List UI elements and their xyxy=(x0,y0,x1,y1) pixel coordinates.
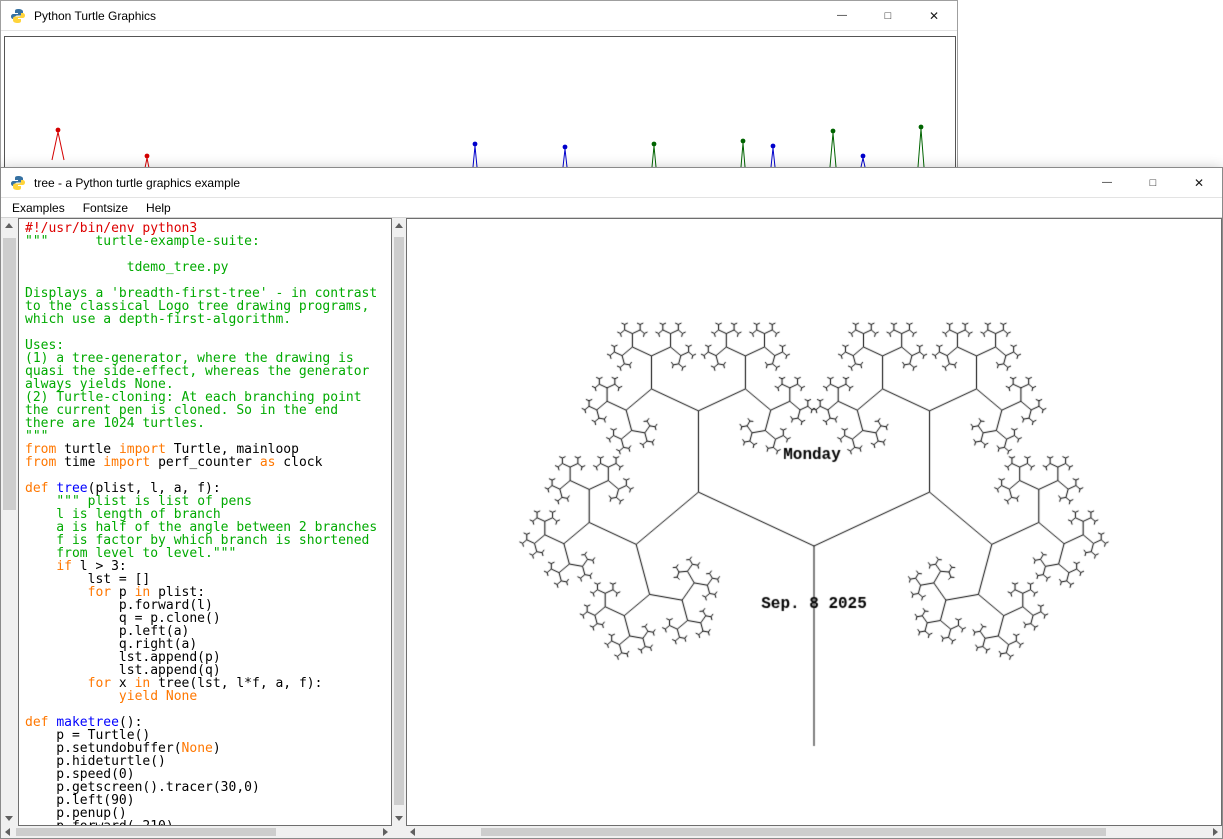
canvas-horizontal-scrollbar[interactable] xyxy=(406,826,1222,838)
code-vertical-scrollbar[interactable] xyxy=(1,218,18,826)
menubar: Examples Fontsize Help xyxy=(1,198,1222,218)
code-horizontal-scrollbar[interactable] xyxy=(1,826,392,838)
front-minimize-button[interactable]: — xyxy=(1084,168,1130,197)
scroll-right-icon[interactable] xyxy=(383,828,388,836)
code-text: #!/usr/bin/env python3""" turtle-example… xyxy=(25,222,391,826)
turtle-figure xyxy=(771,144,776,167)
turtle-canvas[interactable] xyxy=(407,219,1221,825)
code-pane[interactable]: #!/usr/bin/env python3""" turtle-example… xyxy=(18,218,392,826)
turtle-figure xyxy=(652,142,657,167)
back-close-button[interactable]: ✕ xyxy=(911,1,957,30)
window-content: #!/usr/bin/env python3""" turtle-example… xyxy=(1,218,1222,838)
turtle-figure xyxy=(563,145,568,167)
turtle-figure xyxy=(830,129,836,167)
turtle-figure xyxy=(918,125,924,167)
turtle-figure xyxy=(52,128,64,160)
menu-fontsize[interactable]: Fontsize xyxy=(74,199,137,217)
scroll-up-icon[interactable] xyxy=(5,223,13,228)
menu-examples[interactable]: Examples xyxy=(3,199,74,217)
scroll-down-icon[interactable] xyxy=(5,816,13,821)
front-close-button[interactable]: ✕ xyxy=(1176,168,1222,197)
scroll-down-icon[interactable] xyxy=(395,816,403,821)
back-maximize-button[interactable]: □ xyxy=(865,1,911,30)
scroll-right-icon[interactable] xyxy=(1213,828,1218,836)
front-maximize-button[interactable]: □ xyxy=(1130,168,1176,197)
turtledemo-window: tree - a Python turtle graphics example … xyxy=(0,167,1223,839)
python-icon xyxy=(10,175,26,191)
mini-figures xyxy=(5,37,955,167)
menu-help[interactable]: Help xyxy=(137,199,180,217)
scroll-left-icon[interactable] xyxy=(410,828,415,836)
code-vscroll-thumb[interactable] xyxy=(3,238,16,510)
turtle-figure xyxy=(741,139,746,167)
front-titlebar[interactable]: tree - a Python turtle graphics example … xyxy=(1,168,1222,198)
turtle-figure xyxy=(145,154,150,167)
back-minimize-button[interactable]: — xyxy=(819,1,865,30)
scroll-left-icon[interactable] xyxy=(5,828,10,836)
turtle-figure xyxy=(861,154,866,167)
canvas-vertical-scrollbar[interactable] xyxy=(392,218,406,826)
graphics-pane xyxy=(406,218,1222,826)
back-titlebar[interactable]: Python Turtle Graphics — □ ✕ xyxy=(1,1,957,31)
back-window-title: Python Turtle Graphics xyxy=(34,9,156,23)
canvas-vscroll-thumb[interactable] xyxy=(394,237,404,805)
canvas-hscroll-thumb[interactable] xyxy=(481,828,1106,836)
scroll-up-icon[interactable] xyxy=(395,223,403,228)
code-hscroll-thumb[interactable] xyxy=(16,828,276,836)
front-window-title: tree - a Python turtle graphics example xyxy=(34,176,240,190)
turtle-figure xyxy=(473,142,478,167)
python-icon xyxy=(10,8,26,24)
